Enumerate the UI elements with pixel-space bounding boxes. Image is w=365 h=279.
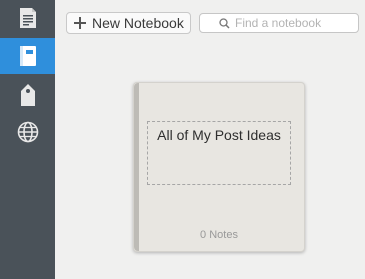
sidebar-item-notebooks[interactable] <box>0 38 55 74</box>
notebook-spine <box>134 83 139 251</box>
notebook-title-box: All of My Post Ideas <box>147 121 291 185</box>
plus-icon <box>74 17 86 29</box>
note-icon <box>19 8 36 28</box>
sidebar-item-notes[interactable] <box>0 0 55 36</box>
notebook-card[interactable]: All of My Post Ideas 0 Notes <box>133 82 305 252</box>
new-notebook-label: New Notebook <box>92 15 184 31</box>
search-input[interactable] <box>235 16 345 30</box>
main-area: New Notebook All of My Post Ideas 0 Note… <box>55 0 365 279</box>
sidebar-item-shared[interactable] <box>0 114 55 150</box>
notebook-note-count: 0 Notes <box>200 229 238 241</box>
notebook-icon <box>19 46 36 66</box>
notebook-title: All of My Post Ideas <box>157 127 281 143</box>
new-notebook-button[interactable]: New Notebook <box>66 12 191 34</box>
search-field[interactable] <box>199 13 359 33</box>
tag-icon <box>20 84 35 106</box>
globe-icon <box>17 121 38 143</box>
search-icon <box>219 17 230 29</box>
sidebar-item-tags[interactable] <box>0 77 55 113</box>
sidebar <box>0 0 55 279</box>
